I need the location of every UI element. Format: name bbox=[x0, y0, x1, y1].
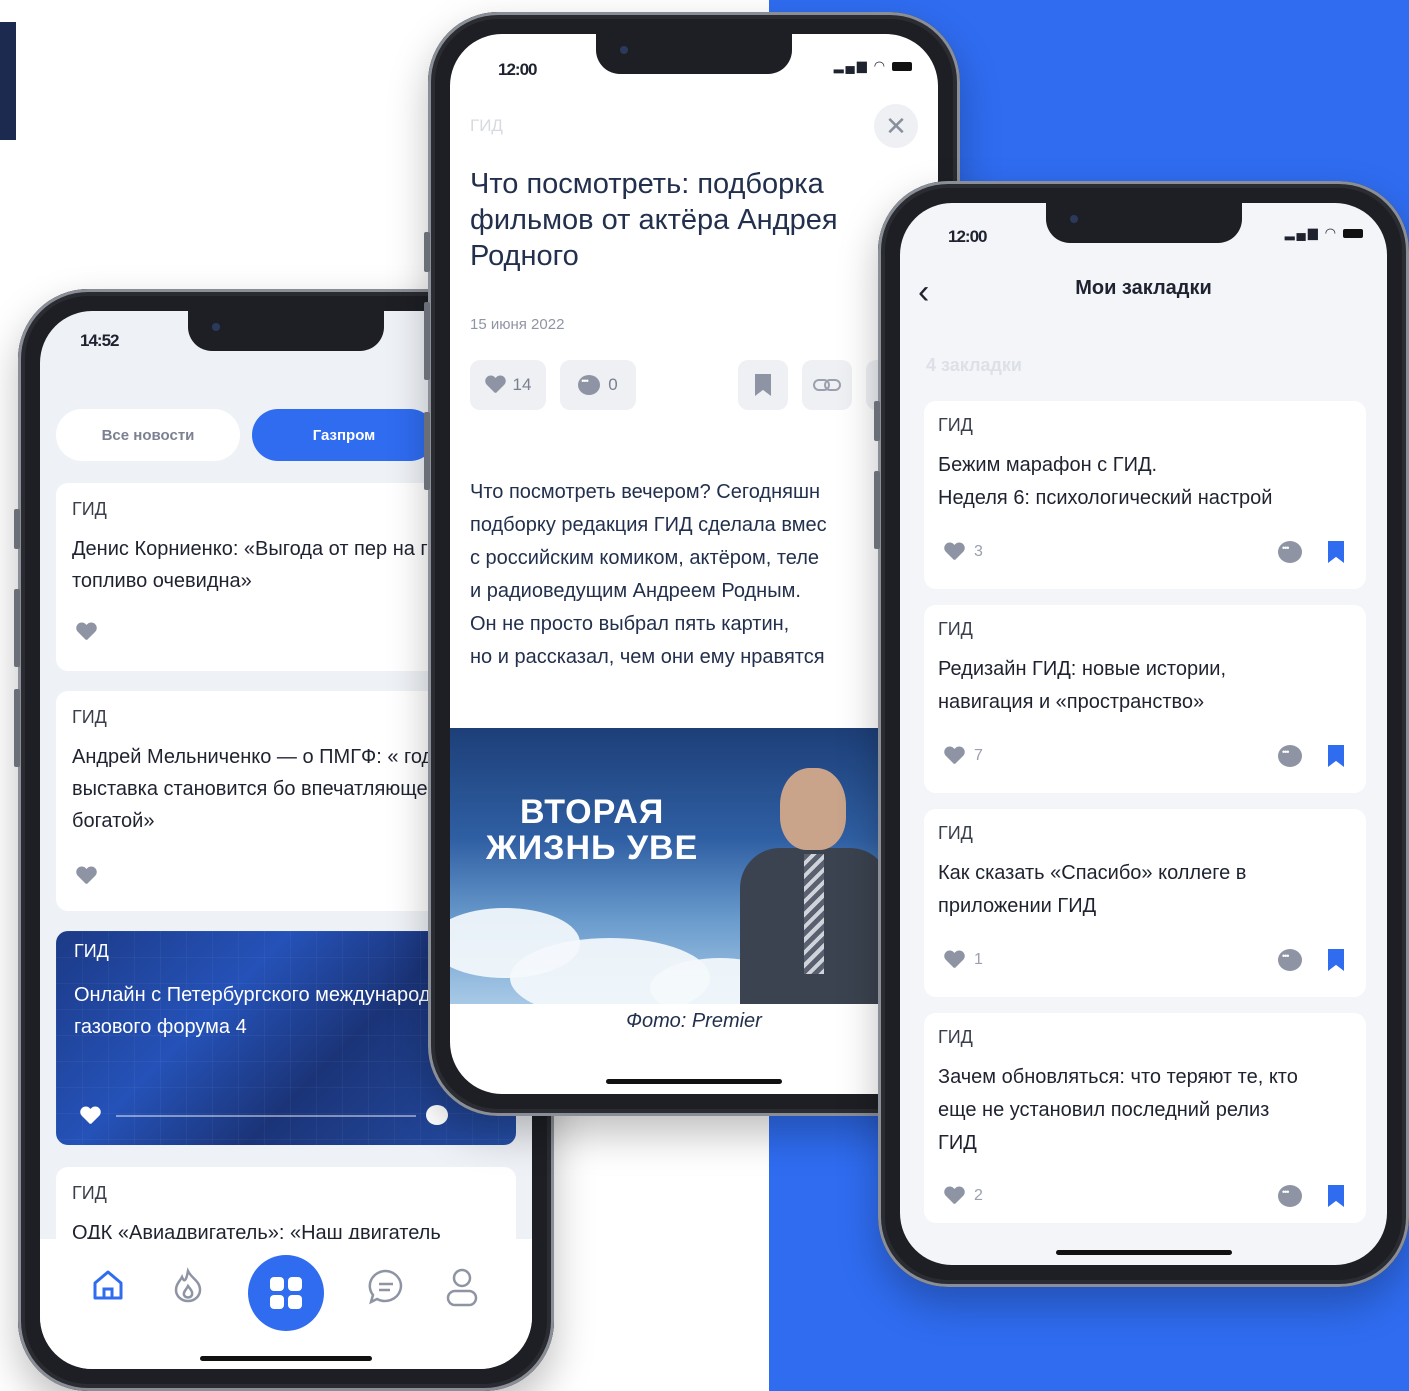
close-icon: ✕ bbox=[885, 110, 907, 141]
dark-accent-block bbox=[0, 22, 16, 140]
card-source: ГИД bbox=[72, 499, 107, 519]
like-icon[interactable] bbox=[80, 1107, 100, 1125]
bookmark-card[interactable]: ГИД Редизайн ГИД: новые истории, навигац… bbox=[924, 605, 1366, 793]
article-source: ГИД bbox=[470, 116, 503, 135]
article-title: Что посмотреть: подборка фильмов от актё… bbox=[470, 168, 838, 272]
card-title: Редизайн ГИД: новые истории, навигация и… bbox=[938, 658, 1227, 713]
home-icon[interactable] bbox=[90, 1267, 126, 1303]
comment-icon bbox=[578, 375, 601, 395]
bookmark-count: 4 закладки bbox=[926, 355, 1022, 375]
like-button[interactable]: 14 bbox=[470, 360, 546, 410]
like-count: 2 bbox=[974, 1187, 983, 1204]
card-source: ГИД bbox=[938, 1027, 973, 1047]
card-source: ГИД bbox=[938, 415, 973, 435]
link-icon bbox=[813, 379, 841, 391]
screen: 12:00 ▂▄▆ ◠ ‹ Мои закладки 4 закладки ГИ… bbox=[900, 203, 1387, 1265]
bookmark-card[interactable]: ГИД Зачем обновляться: что теряют те, кт… bbox=[924, 1013, 1366, 1223]
home-indicator bbox=[200, 1356, 372, 1361]
share-link-button[interactable] bbox=[802, 360, 852, 410]
progress-line bbox=[116, 1115, 416, 1117]
page-title: Мои закладки bbox=[1075, 277, 1212, 299]
card-source: ГИД bbox=[72, 707, 107, 727]
phone-side-button bbox=[424, 232, 430, 272]
bookmark-icon bbox=[755, 374, 771, 396]
comment-icon[interactable] bbox=[1278, 745, 1302, 767]
comment-count: 0 bbox=[608, 375, 618, 394]
phone-volume-button bbox=[874, 471, 880, 549]
card-source: ГИД bbox=[938, 619, 973, 639]
home-indicator bbox=[1055, 1250, 1232, 1255]
image-caption: Фото: Premier bbox=[626, 1010, 762, 1032]
bookmark-icon[interactable] bbox=[1328, 1185, 1344, 1207]
chat-icon[interactable] bbox=[366, 1267, 406, 1307]
bookmark-button[interactable] bbox=[738, 360, 788, 410]
comment-icon[interactable] bbox=[1278, 949, 1302, 971]
heart-icon bbox=[944, 543, 964, 561]
heart-icon bbox=[485, 376, 505, 394]
bottom-navigation bbox=[40, 1239, 532, 1369]
phone-volume-button bbox=[424, 412, 430, 490]
tab-gazprom[interactable]: Газпром bbox=[252, 409, 436, 461]
status-time: 12:00 bbox=[498, 60, 537, 79]
bookmark-icon[interactable] bbox=[1328, 949, 1344, 971]
status-time: 14:52 bbox=[80, 331, 119, 350]
like-icon[interactable] bbox=[76, 623, 96, 641]
card-title: Как сказать «Спасибо» коллеге в приложен… bbox=[938, 862, 1247, 917]
notch bbox=[596, 34, 792, 74]
comment-icon[interactable] bbox=[1278, 541, 1302, 563]
bookmark-icon[interactable] bbox=[1328, 745, 1344, 767]
tab-all-news[interactable]: Все новости bbox=[56, 409, 240, 461]
bookmark-card[interactable]: ГИД Бежим марафон с ГИД. Неделя 6: психо… bbox=[924, 401, 1366, 589]
card-title: Зачем обновляться: что теряют те, кто ещ… bbox=[938, 1066, 1298, 1154]
article-body: Что посмотреть вечером? Сегодняшн подбор… bbox=[470, 481, 827, 668]
like-info[interactable]: 7 bbox=[944, 747, 983, 765]
notch bbox=[1045, 203, 1242, 243]
phone-volume-button bbox=[424, 302, 430, 380]
card-source: ГИД bbox=[72, 1183, 107, 1203]
card-source: ГИД bbox=[74, 941, 109, 961]
phone-volume-button bbox=[14, 689, 20, 767]
comments-button[interactable]: 0 bbox=[560, 360, 636, 410]
heart-icon bbox=[944, 747, 964, 765]
feed-tabs: Все новости Газпром bbox=[56, 409, 436, 461]
like-icon[interactable] bbox=[76, 867, 96, 885]
like-info[interactable]: 3 bbox=[944, 543, 983, 561]
close-button[interactable]: ✕ bbox=[874, 104, 918, 148]
phone-side-button bbox=[14, 509, 20, 549]
card-title: Бежим марафон с ГИД. Неделя 6: психологи… bbox=[938, 454, 1273, 509]
poster-person bbox=[740, 768, 890, 1004]
heart-icon bbox=[944, 1187, 964, 1205]
like-count: 1 bbox=[974, 951, 983, 968]
home-indicator bbox=[606, 1079, 782, 1084]
poster-title: ВТОРАЯ ЖИЗНЬ УВЕ bbox=[486, 793, 699, 867]
heart-icon bbox=[944, 951, 964, 969]
comment-icon[interactable] bbox=[426, 1105, 448, 1125]
status-time: 12:00 bbox=[948, 227, 987, 246]
like-count: 14 bbox=[512, 375, 532, 394]
like-count: 3 bbox=[974, 543, 983, 560]
status-icons: ▂▄▆ ◠ bbox=[1285, 225, 1363, 241]
card-source: ГИД bbox=[938, 823, 973, 843]
like-info[interactable]: 1 bbox=[944, 951, 983, 969]
like-info[interactable]: 2 bbox=[944, 1187, 983, 1205]
phone-bookmarks: 12:00 ▂▄▆ ◠ ‹ Мои закладки 4 закладки ГИ… bbox=[874, 181, 1409, 1287]
profile-icon[interactable] bbox=[444, 1267, 480, 1309]
phone-volume-button bbox=[14, 589, 20, 667]
notch bbox=[188, 311, 384, 351]
screen: 12:00 ▂▄▆ ◠ ГИД ✕ Что посмотреть: подбор… bbox=[450, 34, 938, 1094]
article-image: ВТОРАЯ ЖИЗНЬ УВЕ bbox=[450, 728, 938, 1004]
bookmark-card[interactable]: ГИД Как сказать «Спасибо» коллеге в прил… bbox=[924, 809, 1366, 997]
fire-icon[interactable] bbox=[170, 1267, 206, 1303]
like-count: 7 bbox=[974, 747, 983, 764]
bookmark-icon[interactable] bbox=[1328, 541, 1344, 563]
phone-side-button bbox=[874, 401, 880, 441]
article-date: 15 июня 2022 bbox=[470, 316, 565, 333]
apps-icon[interactable] bbox=[248, 1255, 324, 1331]
status-icons: ▂▄▆ ◠ bbox=[834, 58, 912, 74]
comment-icon[interactable] bbox=[1278, 1185, 1302, 1207]
